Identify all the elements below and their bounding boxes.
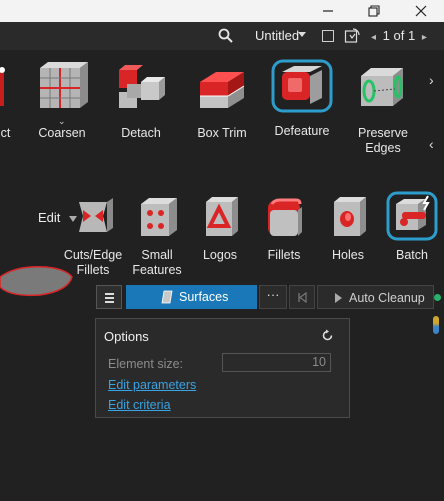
detach-icon [119,65,165,108]
model-shape[interactable] [0,265,74,297]
chevron-right-icon[interactable]: ▸ [422,32,427,43]
tool-label: Defeature [274,124,330,138]
preserve-edges-icon [361,68,403,106]
chevron-left-icon[interactable]: ◂ [371,32,376,43]
coarsen-icon [40,62,88,108]
group-label-edit[interactable]: Edit [38,210,60,225]
chevron-left-icon[interactable]: ‹ [429,136,434,152]
holes-icon [334,197,366,236]
tab-label: Surfaces [179,290,229,304]
auto-cleanup-button[interactable]: Auto Cleanup [317,285,434,309]
tool-box-trim[interactable]: Box Trim [192,62,252,141]
run-label: Auto Cleanup [349,291,425,305]
maximize-icon[interactable] [351,0,397,22]
reset-icon[interactable] [321,329,334,347]
chevron-down-icon[interactable]: ⌄ [58,114,66,129]
box-trim-icon [200,72,245,108]
tool-small-features[interactable]: Small Features [126,194,188,278]
window-title-bar [0,0,444,22]
top-toolbar: Untitled ◂ 1 of 1 ▸ [0,22,444,50]
tool-label-line1: Cuts/Edge [63,248,123,262]
tool-label: Fillets [267,248,301,262]
search-icon[interactable] [218,28,233,46]
history-icon[interactable] [344,28,360,47]
tab-surfaces[interactable]: Surfaces [126,285,257,309]
edit-criteria-link[interactable]: Edit criteria [108,398,171,412]
tool-label: Detach [121,126,161,140]
tool-preserve-edges[interactable]: Preserve Edges [352,62,414,156]
cuts-edge-fillets-icon [79,198,113,232]
close-icon[interactable] [398,0,444,22]
menu-icon[interactable] [96,285,122,309]
ribbon: ect ⌄ Coarsen Detach [0,50,444,282]
skip-back-button[interactable] [289,285,315,309]
tool-batch[interactable]: Batch [382,190,442,263]
play-icon [335,293,342,303]
checkbox[interactable] [322,30,334,42]
tool-label: Batch [396,248,428,262]
page-indicator: 1 of 1 [382,28,416,43]
tool-label-line1: Preserve [357,126,409,140]
chevron-right-icon[interactable]: › [429,72,434,88]
tool-label-line2: Edges [365,141,401,155]
options-title: Options [104,329,149,344]
document-title[interactable]: Untitled [255,28,299,43]
select-icon [0,67,5,106]
surface-icon [161,290,173,304]
status-indicator [434,294,441,301]
options-panel: Options Element size: 10 Edit parameters… [95,318,350,418]
tool-detach[interactable]: Detach [110,62,172,141]
more-button[interactable]: ··· [259,285,287,309]
tool-label: Logos [202,248,238,262]
batch-icon [386,191,438,241]
tool-fillets[interactable]: Fillets [256,194,312,263]
tool-label: ect [0,126,11,140]
tool-select[interactable]: ect [0,62,22,141]
element-size-label: Element size: [108,357,184,371]
defeature-icon [271,59,333,113]
element-size-field[interactable]: 10 [222,353,331,372]
minimize-icon[interactable] [305,0,351,22]
tool-label-line2: Features [132,263,182,277]
tool-label: Box Trim [197,126,247,140]
fillets-icon [268,198,302,236]
tool-logos[interactable]: Logos [192,194,248,263]
tool-holes[interactable]: Holes [320,194,376,263]
tool-label: Holes [332,248,364,262]
panel-toolbar: Surfaces ··· Auto Cleanup [96,285,434,309]
skip-back-icon [298,292,307,303]
logos-icon [206,197,238,236]
tool-coarsen[interactable]: ⌄ Coarsen [32,62,92,141]
tool-defeature[interactable]: Defeature [266,58,338,139]
tool-label-line1: Small [141,248,173,262]
pager[interactable]: ◂ 1 of 1 ▸ [371,28,427,43]
edit-parameters-link[interactable]: Edit parameters [108,378,196,392]
small-features-icon [141,198,177,236]
scrollbar[interactable] [433,316,439,334]
chevron-down-icon[interactable] [298,32,306,37]
